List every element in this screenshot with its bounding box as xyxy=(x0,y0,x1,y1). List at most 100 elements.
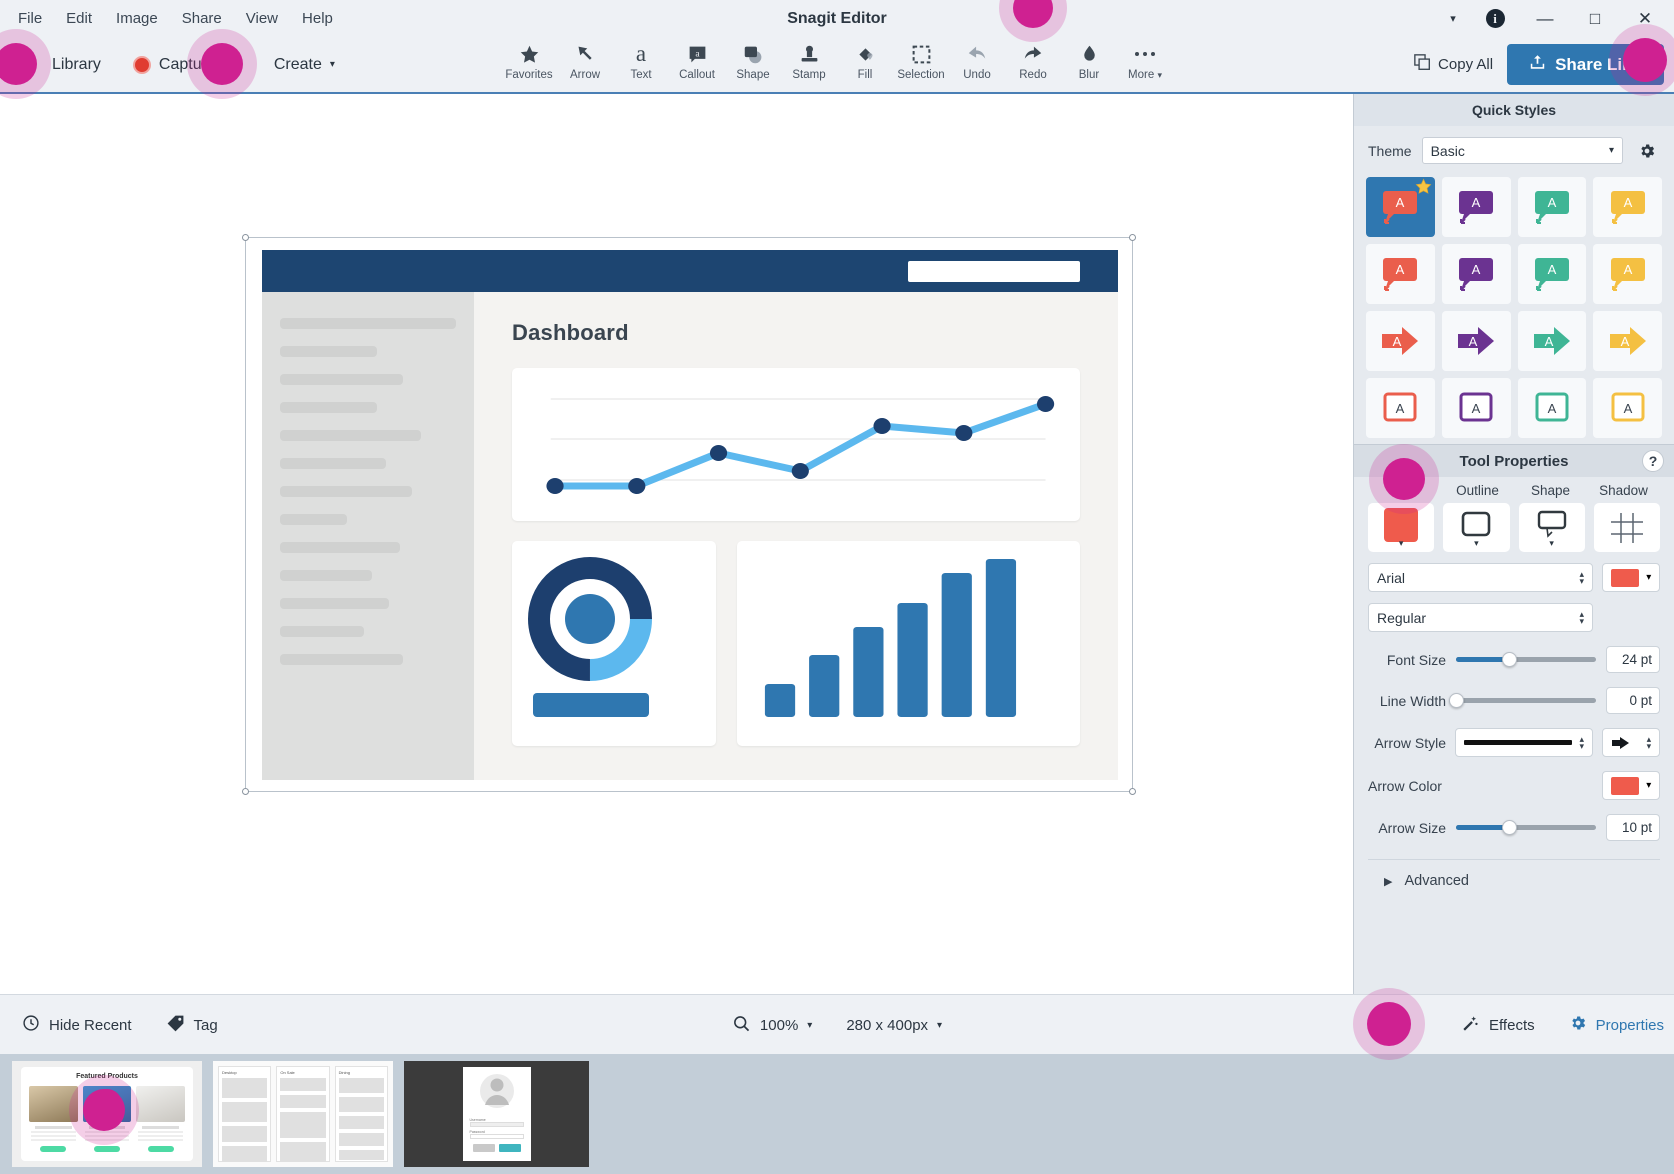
shadow-swatch-button[interactable] xyxy=(1593,503,1660,552)
recent-captures-filmstrip: Featured Products Desktop On Sale Dining… xyxy=(0,1054,1674,1174)
tool-text[interactable]: a Text xyxy=(613,41,669,81)
advanced-section-toggle[interactable]: ▶ Advanced xyxy=(1368,859,1660,889)
tool-arrow[interactable]: Arrow xyxy=(557,41,613,81)
record-dot-icon xyxy=(132,55,151,74)
arrow-head-select[interactable]: ▴ ▾ xyxy=(1602,728,1660,757)
tool-favorites[interactable]: Favorites xyxy=(501,41,557,81)
fill-swatch-button[interactable]: ▾ xyxy=(1368,503,1435,552)
quick-style-outline-12[interactable]: A xyxy=(1366,378,1435,438)
menu-image[interactable]: Image xyxy=(104,6,170,31)
blur-droplet-icon xyxy=(1079,41,1100,67)
svg-text:A: A xyxy=(1548,262,1557,277)
quick-style-callout-5[interactable]: A xyxy=(1441,244,1511,304)
arrow-color-picker[interactable]: ▾ xyxy=(1602,771,1660,800)
outline-shape-icon xyxy=(1462,511,1491,536)
chevron-down-icon[interactable]: ▾ xyxy=(1436,0,1470,37)
thumbnail-login-screen[interactable]: Username Password xyxy=(404,1061,589,1167)
tool-undo[interactable]: Undo xyxy=(949,41,1005,81)
svg-text:A: A xyxy=(1396,262,1405,277)
arrow-color-row: Arrow Color ▾ xyxy=(1368,771,1660,800)
line-preview xyxy=(1464,740,1572,745)
quick-styles-header: Quick Styles xyxy=(1354,94,1674,126)
shape-label: Shape xyxy=(1530,483,1571,498)
properties-button[interactable]: Properties xyxy=(1569,1014,1664,1036)
resize-handle-tr[interactable] xyxy=(1129,234,1136,241)
font-family-select[interactable]: Arial ▴ ▾ xyxy=(1368,563,1593,592)
dimensions-control[interactable]: 280 x 400px ▾ xyxy=(846,1017,942,1034)
chevron-right-icon: ▶ xyxy=(1384,875,1393,888)
effects-blob xyxy=(1367,1002,1411,1046)
shape-icon xyxy=(743,41,764,67)
quick-style-arrow-8[interactable]: A xyxy=(1366,311,1435,371)
zoom-control[interactable]: 100% ▾ xyxy=(732,1014,812,1037)
toolprops-blob xyxy=(1383,458,1425,500)
resize-handle-tl[interactable] xyxy=(242,234,249,241)
arrow-size-value[interactable]: 10 pt xyxy=(1606,814,1660,841)
tool-redo[interactable]: Redo xyxy=(1005,41,1061,81)
font-color-picker[interactable]: ▾ xyxy=(1602,563,1660,592)
quick-style-callout-6[interactable]: A xyxy=(1517,244,1587,304)
tool-stamp[interactable]: Stamp xyxy=(781,41,837,81)
theme-select[interactable]: Basic ▾ xyxy=(1421,137,1623,164)
shape-swatch-button[interactable]: ▾ xyxy=(1518,503,1585,552)
quick-style-arrow-9[interactable]: A xyxy=(1441,311,1511,371)
thumb-col-label: Desktop xyxy=(222,1070,237,1075)
magic-wand-icon xyxy=(1461,1014,1480,1037)
menu-share[interactable]: Share xyxy=(170,6,234,31)
line-width-slider[interactable] xyxy=(1449,693,1596,708)
tool-more[interactable]: More ▾ xyxy=(1117,41,1173,81)
font-style-select[interactable]: Regular ▴ ▾ xyxy=(1368,603,1593,632)
chevron-down-icon: ▾ xyxy=(1398,538,1404,548)
quick-style-arrow-10[interactable]: A xyxy=(1517,311,1587,371)
menu-view[interactable]: View xyxy=(234,6,290,31)
arrow-style-select[interactable]: ▴ ▾ xyxy=(1455,728,1593,757)
quick-style-callout-2[interactable]: A xyxy=(1517,177,1587,237)
help-icon[interactable]: ? xyxy=(1642,450,1664,472)
quick-style-callout-3[interactable]: A xyxy=(1593,177,1662,237)
quick-style-outline-14[interactable]: A xyxy=(1517,378,1587,438)
tag-button[interactable]: Tag xyxy=(152,1014,232,1037)
svg-text:A: A xyxy=(1623,401,1632,416)
tool-selection[interactable]: Selection xyxy=(893,41,949,81)
maximize-button[interactable]: □ xyxy=(1570,0,1620,37)
tool-callout[interactable]: a Callout xyxy=(669,41,725,81)
outline-swatch-button[interactable]: ▾ xyxy=(1443,503,1510,552)
close-button[interactable]: ✕ xyxy=(1620,0,1670,37)
copy-all-button[interactable]: Copy All xyxy=(1414,54,1493,75)
quick-style-callout-7[interactable]: A xyxy=(1593,244,1662,304)
quick-style-outline-15[interactable]: A xyxy=(1593,378,1662,438)
menu-file[interactable]: File xyxy=(6,6,54,31)
quick-style-callout-1[interactable]: A xyxy=(1441,177,1511,237)
svg-text:A: A xyxy=(1396,401,1405,416)
create-button[interactable]: Create ▾ xyxy=(232,56,351,74)
tool-shape[interactable]: Shape xyxy=(725,41,781,81)
outline-style-icon: A xyxy=(1611,392,1645,422)
effects-button[interactable]: Effects xyxy=(1461,1014,1535,1037)
image-selection-box[interactable]: Dashboard xyxy=(242,234,1136,795)
tool-blur[interactable]: Blur xyxy=(1061,41,1117,81)
resize-handle-br[interactable] xyxy=(1129,788,1136,795)
fill-color-chip xyxy=(1384,507,1419,542)
font-size-slider[interactable] xyxy=(1456,652,1596,667)
line-width-value[interactable]: 0 pt xyxy=(1606,687,1660,714)
hide-recent-button[interactable]: Hide Recent xyxy=(8,1014,146,1036)
theme-settings-gear-icon[interactable] xyxy=(1633,137,1660,164)
arrow-size-slider[interactable] xyxy=(1456,820,1596,835)
menu-help[interactable]: Help xyxy=(290,6,345,31)
chevron-down-icon: ▾ xyxy=(1646,780,1652,791)
spinner-icon: ▴ ▾ xyxy=(1579,733,1584,751)
canvas-area[interactable]: Dashboard xyxy=(0,94,1353,994)
quick-style-outline-13[interactable]: A xyxy=(1441,378,1511,438)
minimize-button[interactable]: — xyxy=(1520,0,1570,37)
arrow-color-label: Arrow Color xyxy=(1368,777,1442,794)
quick-style-callout-4[interactable]: A xyxy=(1366,244,1435,304)
tool-fill[interactable]: Fill xyxy=(837,41,893,81)
quick-style-arrow-11[interactable]: A xyxy=(1593,311,1662,371)
thumbnail-column-layout[interactable]: Desktop On Sale Dining xyxy=(213,1061,393,1167)
info-icon[interactable]: i xyxy=(1470,0,1520,37)
svg-text:A: A xyxy=(1623,262,1632,277)
resize-handle-bl[interactable] xyxy=(242,788,249,795)
menu-edit[interactable]: Edit xyxy=(54,6,104,31)
font-size-value[interactable]: 24 pt xyxy=(1606,646,1660,673)
quick-style-callout-0[interactable]: A xyxy=(1366,177,1435,237)
